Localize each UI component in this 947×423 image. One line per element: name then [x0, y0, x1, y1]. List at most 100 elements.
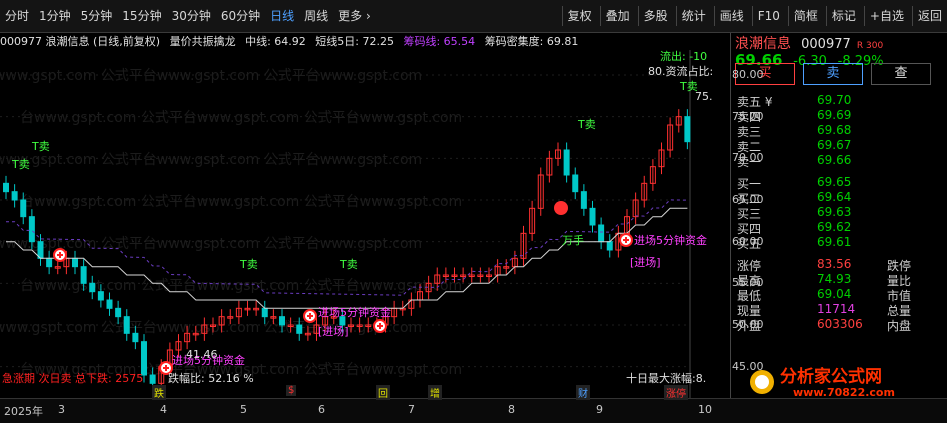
- candle-body-17: [149, 374, 156, 384]
- candle-body-0: [3, 182, 9, 193]
- margin-badge: R 300: [856, 41, 884, 51]
- kline-chart[interactable]: 台www.gspt.com 公式平台www.gspt.com 公式平台www.g…: [0, 50, 730, 400]
- toolbar-button-0[interactable]: 复权: [561, 6, 597, 26]
- period-tab-2[interactable]: 5分钟: [76, 6, 118, 26]
- toolbar-button-2[interactable]: 多股: [637, 6, 673, 26]
- ask-row-1: 卖四 69.69: [737, 108, 942, 124]
- candle-body-70: [606, 241, 613, 251]
- candle-body-65: [563, 149, 570, 176]
- candle-body-5: [46, 257, 53, 268]
- period-tab-3[interactable]: 15分钟: [117, 6, 166, 26]
- y-tick-4: 65.00: [732, 193, 764, 206]
- x-tick-8: 10: [698, 403, 712, 416]
- event-marker-0[interactable]: 跌: [152, 385, 166, 400]
- candle-body-9: [80, 266, 87, 284]
- toolbar-button-1[interactable]: 叠加: [599, 6, 635, 26]
- period-tab-4[interactable]: 30分钟: [167, 6, 216, 26]
- toolbar-button-9[interactable]: 返回: [911, 6, 947, 26]
- candle-body-69: [598, 224, 605, 243]
- bid-row-0: 买一 69.65: [737, 175, 942, 191]
- low-price-label: 41.46: [186, 348, 218, 361]
- sell-button[interactable]: 卖: [803, 63, 863, 85]
- toolbar-button-8[interactable]: +自选: [863, 6, 909, 26]
- x-tick-4: 6: [318, 403, 325, 416]
- ask-row-4-value: 69.66: [817, 153, 852, 167]
- chip-density-value: 筹码密集度: 69.81: [484, 35, 579, 48]
- candle-body-11: [97, 291, 104, 301]
- bid-row-4-value: 69.61: [817, 235, 852, 249]
- toolbar-button-7[interactable]: 标记: [825, 6, 861, 26]
- bottom-left-stat: 急涨期 次日卖 总下跌: 2575: [2, 371, 143, 385]
- candle-body-4: [37, 241, 44, 259]
- sell-marker-2: T卖: [339, 258, 358, 271]
- y-tick-3: 60.00: [732, 234, 764, 248]
- bid-row-4: 买五 69.61: [737, 235, 942, 251]
- stat-row-2: 最低 69.04 市值: [737, 287, 942, 303]
- toolbar-button-6[interactable]: 简框: [787, 6, 823, 26]
- entry5-label-1: 进场5分钟资金: [318, 305, 391, 319]
- period-tab-6[interactable]: 日线: [265, 6, 299, 26]
- stat-row-1: 最高 74.93 量比: [737, 272, 942, 288]
- event-marker-1[interactable]: $: [286, 385, 297, 396]
- candle-body-68: [589, 207, 596, 226]
- wan-label: 万手: [562, 233, 584, 247]
- candle-body-30: [261, 307, 268, 318]
- short5-value: 短线5日: 72.25: [315, 35, 394, 48]
- period-tab-8[interactable]: 更多 ›: [333, 6, 376, 26]
- site-watermark: 分析家公式网 www.70822.com: [750, 366, 895, 398]
- bg-watermark-1: 台www.gspt.com 公式平台www.gspt.com 公式平台www.g…: [20, 110, 462, 126]
- bid-row-3-value: 69.62: [817, 220, 852, 234]
- query-button[interactable]: 查: [871, 63, 931, 85]
- period-tab-7[interactable]: 周线: [299, 6, 333, 26]
- toolbar-button-4[interactable]: 画线: [713, 6, 749, 26]
- bg-watermark-6: 台www.gspt.com 公式平台www.gspt.com 公式平台www.g…: [0, 320, 422, 336]
- entry5-label-2: 进场5分钟资金: [634, 233, 707, 247]
- bg-watermark-2: 台www.gspt.com 公式平台www.gspt.com 公式平台www.g…: [0, 152, 422, 168]
- y-tick-2: 55.00: [732, 276, 764, 290]
- candle-body-12: [106, 299, 113, 309]
- stat-row-4-value: 603306: [817, 317, 863, 331]
- stat-row-0: 涨停 83.56 跌停: [737, 257, 942, 273]
- ask-row-4: 卖一 69.66: [737, 153, 942, 169]
- candle-body-34: [296, 324, 303, 334]
- candle-body-15: [132, 332, 139, 343]
- ask-row-2-value: 69.68: [817, 123, 852, 137]
- ask-row-3-value: 69.67: [817, 138, 852, 152]
- stat-row-1-value: 74.93: [817, 272, 852, 286]
- stat-row-3-value: 11714: [817, 302, 856, 316]
- candle-body-13: [115, 307, 122, 318]
- outflow-label: 流出: -10: [660, 50, 707, 63]
- high-price-label: 75.: [695, 90, 713, 103]
- period-tab-0[interactable]: 分时: [0, 6, 34, 26]
- stock-title: 000977 浪潮信息 (日线,前复权): [0, 35, 161, 48]
- y-tick-7: 80.00: [732, 68, 764, 81]
- event-marker-4[interactable]: 财: [576, 385, 590, 400]
- candle-body-10: [89, 282, 96, 293]
- bid-row-1-value: 69.64: [817, 190, 852, 204]
- indicator-name[interactable]: 量价共振擒龙: [170, 35, 236, 48]
- period-tab-5[interactable]: 60分钟: [216, 6, 265, 26]
- candle-body-67: [580, 191, 587, 209]
- bid-row-2-value: 69.63: [817, 205, 852, 219]
- ask-row-1-value: 69.69: [817, 108, 852, 122]
- entry-label-2: [进场]: [630, 255, 661, 269]
- bg-watermark-0: 台www.gspt.com 公式平台www.gspt.com 公式平台www.g…: [0, 68, 422, 84]
- ask-row-3: 卖二 69.67: [737, 138, 942, 154]
- x-tick-7: 9: [596, 403, 603, 416]
- event-marker-5[interactable]: 涨停: [664, 385, 688, 400]
- chip-line-value: 筹码线: 65.54: [403, 35, 476, 48]
- event-marker-3[interactable]: 增: [428, 385, 442, 400]
- toolbar-button-3[interactable]: 统计: [675, 6, 711, 26]
- candle-body-8: [72, 257, 78, 268]
- x-tick-1: 3: [58, 403, 65, 416]
- y-tick-1: 50.00: [732, 318, 764, 331]
- candle-body-32: [279, 316, 285, 326]
- event-marker-2[interactable]: 回: [376, 385, 390, 400]
- toolbar-button-5[interactable]: F10: [751, 6, 785, 26]
- stat-row-4: 外盘 603306 内盘: [737, 317, 942, 333]
- x-tick-3: 5: [240, 403, 247, 416]
- ten-day-gain-stat: 十日最大涨幅:8.: [626, 371, 706, 385]
- period-tab-1[interactable]: 1分钟: [34, 6, 76, 26]
- candle-body-2: [20, 199, 27, 218]
- ask-row-0: 卖五 ¥69.70: [737, 93, 942, 109]
